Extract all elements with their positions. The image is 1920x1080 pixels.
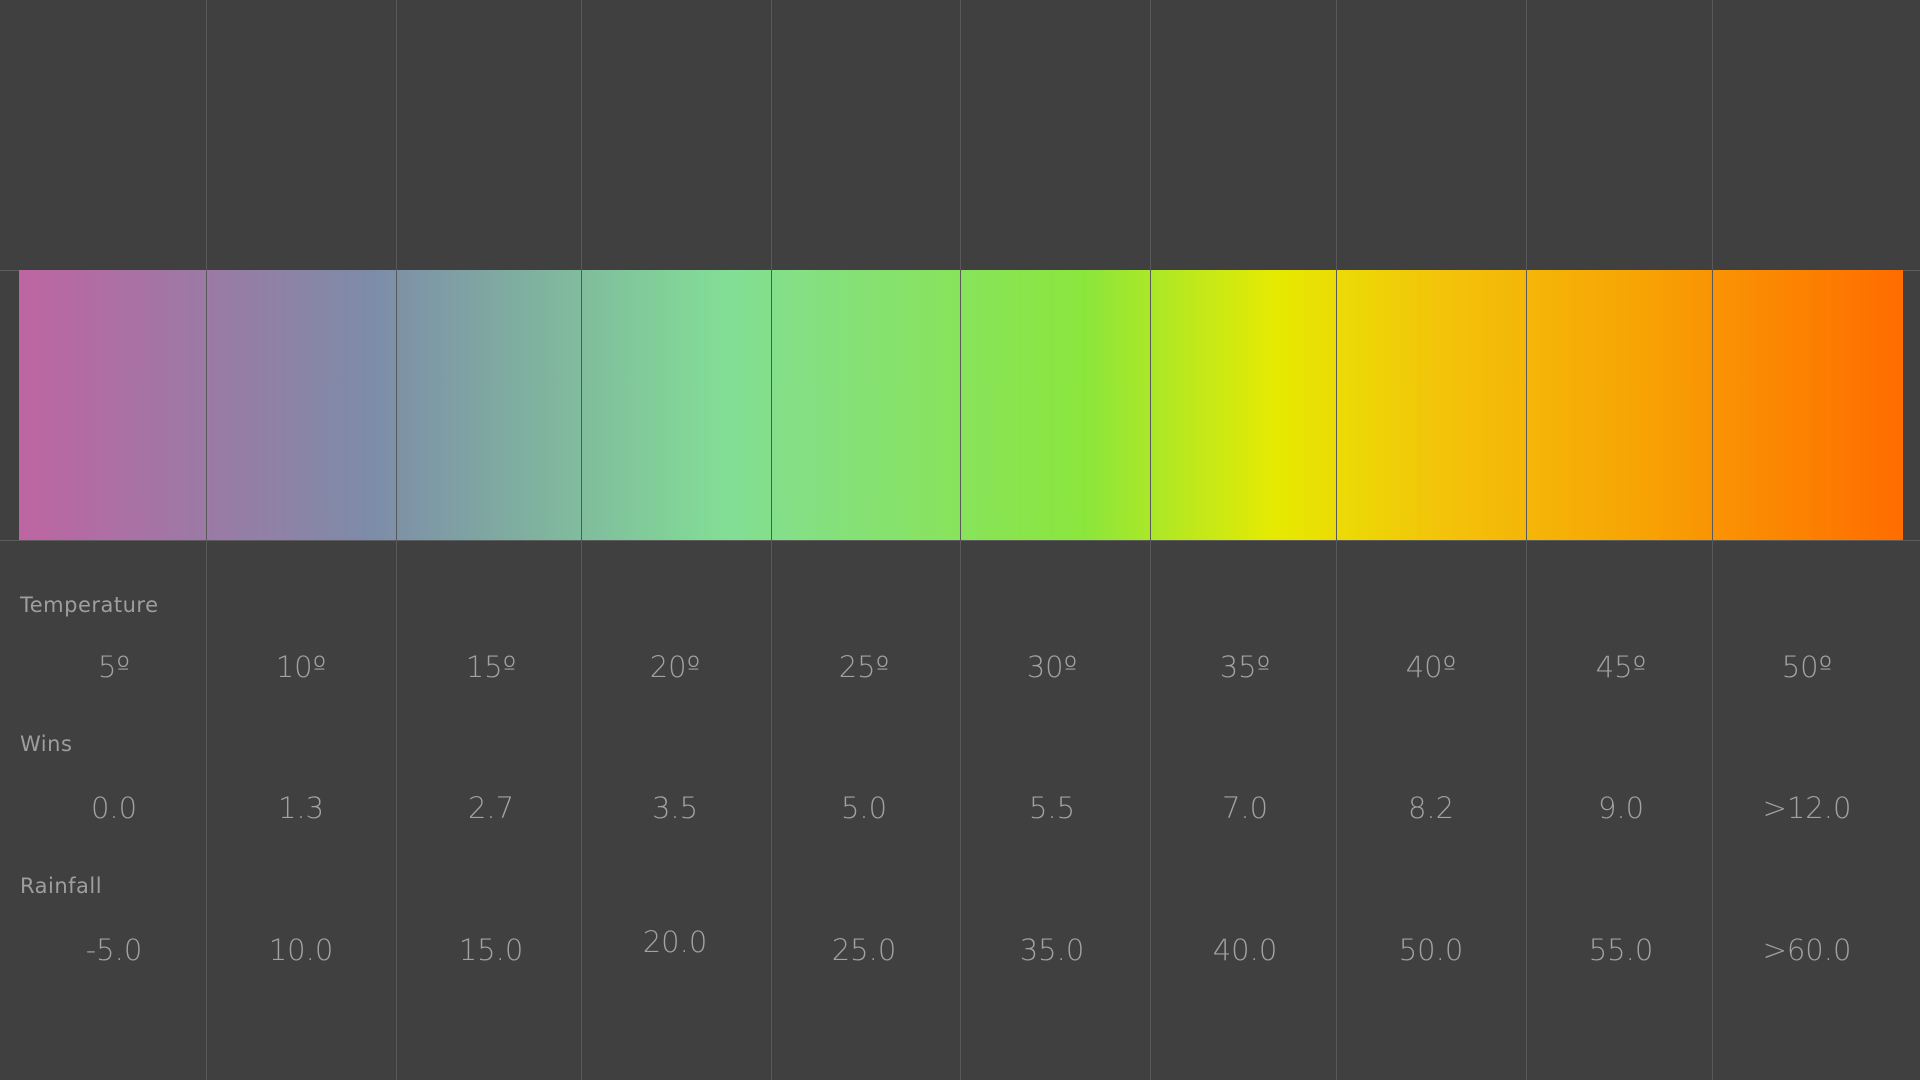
rainfall-label: Rainfall — [20, 874, 103, 898]
temperature-value: 15º — [465, 650, 517, 684]
wins-label: Wins — [20, 732, 73, 756]
column-divider — [1712, 0, 1713, 1080]
rainfall-value: 10.0 — [268, 933, 334, 967]
rainfall-value: 40.0 — [1212, 933, 1278, 967]
temperature-value: 25º — [838, 650, 890, 684]
wins-value: 0.0 — [90, 791, 138, 825]
temperature-value: 20º — [649, 650, 701, 684]
column-divider — [1150, 0, 1151, 1080]
rainfall-value: 20.0 — [642, 925, 708, 959]
temperature-value: 30º — [1026, 650, 1078, 684]
rainfall-value: -5.0 — [85, 933, 143, 967]
column-divider — [396, 0, 397, 1080]
wins-value: 1.3 — [277, 791, 325, 825]
temperature-value: 45º — [1595, 650, 1647, 684]
temperature-value: 35º — [1219, 650, 1271, 684]
color-gradient-bar — [19, 270, 1903, 540]
column-divider — [206, 0, 207, 1080]
temperature-value: 40º — [1405, 650, 1457, 684]
wins-value: 3.5 — [651, 791, 699, 825]
temperature-label: Temperature — [20, 593, 159, 617]
rainfall-value: >60.0 — [1762, 933, 1852, 967]
wins-value: >12.0 — [1762, 791, 1852, 825]
rainfall-value: 25.0 — [831, 933, 897, 967]
color-scale-legend: Temperature 5º 10º 15º 20º 25º 30º 35º 4… — [0, 0, 1920, 1080]
rainfall-value: 35.0 — [1019, 933, 1085, 967]
rainfall-value: 50.0 — [1398, 933, 1464, 967]
wins-value: 8.2 — [1407, 791, 1455, 825]
wins-value: 7.0 — [1221, 791, 1269, 825]
temperature-value: 50º — [1781, 650, 1833, 684]
rainfall-value: 55.0 — [1588, 933, 1654, 967]
temperature-value: 10º — [275, 650, 327, 684]
column-divider — [1526, 0, 1527, 1080]
column-divider — [1336, 0, 1337, 1080]
column-divider — [960, 0, 961, 1080]
rainfall-value: 15.0 — [458, 933, 524, 967]
temperature-value: 5º — [97, 650, 131, 684]
column-divider — [771, 0, 772, 1080]
column-divider — [581, 0, 582, 1080]
wins-value: 9.0 — [1597, 791, 1645, 825]
wins-value: 5.5 — [1028, 791, 1076, 825]
wins-value: 5.0 — [840, 791, 888, 825]
wins-value: 2.7 — [467, 791, 515, 825]
